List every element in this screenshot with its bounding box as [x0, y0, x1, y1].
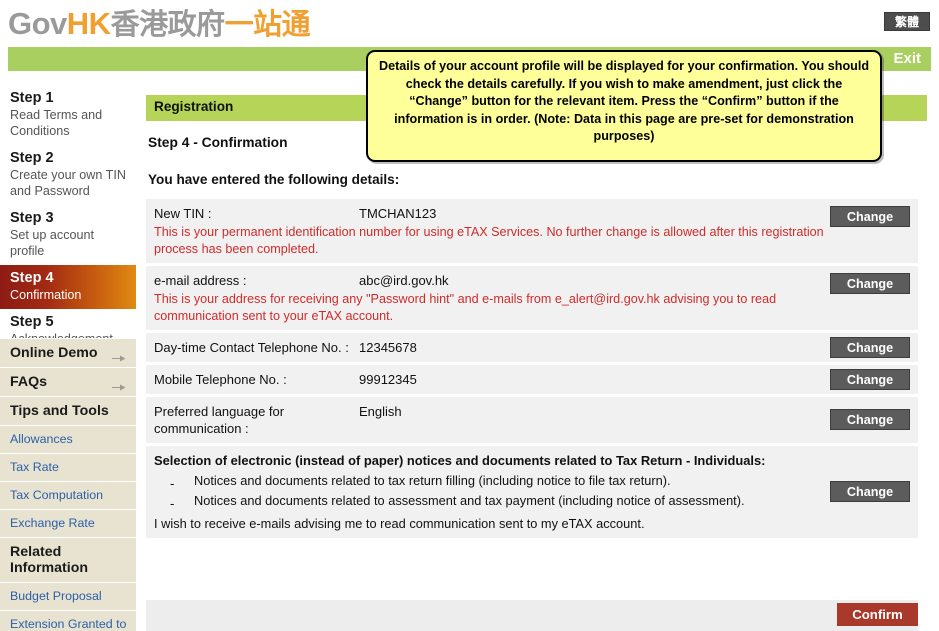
sidebar-menu-label: Tips and Tools [10, 403, 109, 419]
logo-text-cn-gray: 香港政府 [110, 9, 226, 41]
arrow-right-icon [112, 350, 126, 362]
sidebar-step-2[interactable]: Step 2 Create your own TIN and Password [0, 145, 136, 205]
change-button[interactable]: Change [830, 336, 910, 358]
detail-row: Preferred language for communication : En… [146, 397, 918, 446]
detail-row-note: This is your address for receiving any "… [154, 292, 777, 323]
detail-row-label: Mobile Telephone No. : [154, 372, 287, 387]
change-button[interactable]: Change [830, 206, 910, 227]
logo-text-cn-orange: 一站通 [224, 9, 311, 41]
sidebar-step-subtitle: Read Terms and Conditions [10, 108, 103, 138]
detail-row-label: Preferred language for communication : [154, 404, 285, 436]
sidebar-step-subtitle: Set up account profile [10, 228, 95, 258]
sidebar-step-title: Step 1 [10, 90, 54, 106]
details-table: New TIN : TMCHAN123 This is your permanent… [146, 199, 918, 541]
language-toggle-button[interactable]: 繁體 [884, 12, 930, 31]
sidebar-menu-item[interactable]: Extension Granted to e-Filers [0, 611, 136, 631]
exit-link[interactable]: Exit [893, 50, 921, 67]
sidebar-step-title: Step 4 [10, 270, 54, 286]
sidebar-menu-label: Budget Proposal [10, 589, 102, 603]
registration-steps: Step 1 Read Terms and Conditions Step 2 Cre… [0, 85, 136, 353]
sidebar-step-subtitle: Create your own TIN and Password [10, 168, 126, 198]
electronic-notices-row: Selection of electronic (instead of pape… [146, 446, 918, 541]
change-button[interactable]: Change [830, 481, 910, 502]
sidebar-menu-item[interactable]: Tips and Tools [0, 397, 136, 426]
entered-details-heading: You have entered the following details: [148, 172, 400, 187]
detail-row: e-mail address : abc@ird.gov.hk This is yo… [146, 266, 918, 333]
sidebar-menu-item[interactable]: Allowances [0, 426, 136, 454]
section-title: Registration [154, 99, 234, 114]
electronic-notices-footer: I wish to receive e-mails advising me to… [154, 516, 645, 531]
sidebar-menu-item[interactable]: Budget Proposal [0, 583, 136, 611]
site-header: GovHK香港政府一站通 繁體 [0, 0, 939, 47]
sidebar-menu: Online Demo FAQs Tips and Tools Allowances T… [0, 338, 136, 631]
logo-text-gov: Gov [8, 6, 67, 41]
sidebar-menu-label: FAQs [10, 374, 48, 390]
sidebar-menu-item[interactable]: Exchange Rate [0, 510, 136, 538]
list-item: Notices and documents related to assessm… [154, 492, 918, 509]
sidebar-menu-label: Allowances [10, 432, 73, 446]
detail-row-label: New TIN : [154, 206, 212, 221]
govhk-logo[interactable]: GovHK香港政府一站通 [8, 6, 311, 43]
instruction-callout-text: Details of your account profile will be … [378, 59, 870, 144]
sidebar-menu-item[interactable]: FAQs [0, 368, 136, 397]
form-footer: Confirm [146, 600, 918, 631]
electronic-notices-list: Notices and documents related to tax ret… [154, 472, 918, 509]
detail-row: Day-time Contact Telephone No. :12345678… [146, 333, 918, 365]
list-item: Notices and documents related to tax ret… [154, 472, 918, 489]
sidebar-menu-label: Online Demo [10, 345, 98, 361]
detail-row-note: This is your permanent identification nu… [154, 225, 824, 256]
arrow-right-icon [112, 379, 126, 391]
detail-row-label: Day-time Contact Telephone No. : [154, 340, 349, 355]
change-button[interactable]: Change [830, 368, 910, 390]
sidebar-menu-item[interactable]: Tax Rate [0, 454, 136, 482]
electronic-notices-title: Selection of electronic (instead of pape… [154, 453, 766, 468]
detail-row-label: e-mail address : [154, 273, 247, 288]
sidebar-menu-label: Exchange Rate [10, 516, 95, 530]
sidebar-step-title: Step 3 [10, 210, 54, 226]
sidebar-menu-label: Related Information [10, 544, 89, 576]
detail-row: Mobile Telephone No. :99912345 Change [146, 365, 918, 397]
confirm-button[interactable]: Confirm [837, 603, 918, 626]
sidebar-step-title: Step 2 [10, 150, 54, 166]
sidebar-menu-item[interactable]: Online Demo [0, 339, 136, 368]
change-button[interactable]: Change [830, 273, 910, 294]
sidebar-menu-label: Tax Computation [10, 488, 103, 502]
sidebar: Step 1 Read Terms and Conditions Step 2 Cre… [0, 85, 136, 631]
detail-row: New TIN : TMCHAN123 This is your permanent… [146, 199, 918, 266]
logo-text-hk: HK [66, 6, 111, 41]
sidebar-menu-label: Extension Granted to e-Filers [10, 617, 127, 631]
sidebar-menu-item[interactable]: Related Information [0, 538, 136, 583]
sidebar-menu-item[interactable]: Tax Computation [0, 482, 136, 510]
sidebar-step-1[interactable]: Step 1 Read Terms and Conditions [0, 85, 136, 145]
sidebar-step-3[interactable]: Step 3 Set up account profile [0, 205, 136, 265]
instruction-callout: Details of your account profile will be … [366, 50, 882, 162]
sidebar-menu-label: Tax Rate [10, 460, 59, 474]
sidebar-step-4[interactable]: Step 4 Confirmation [0, 265, 136, 309]
page-root: GovHK香港政府一站通 繁體 Exit Details of your acc… [0, 0, 939, 631]
change-button[interactable]: Change [830, 409, 910, 430]
sidebar-step-title: Step 5 [10, 314, 54, 330]
sidebar-step-subtitle: Confirmation [10, 288, 82, 302]
